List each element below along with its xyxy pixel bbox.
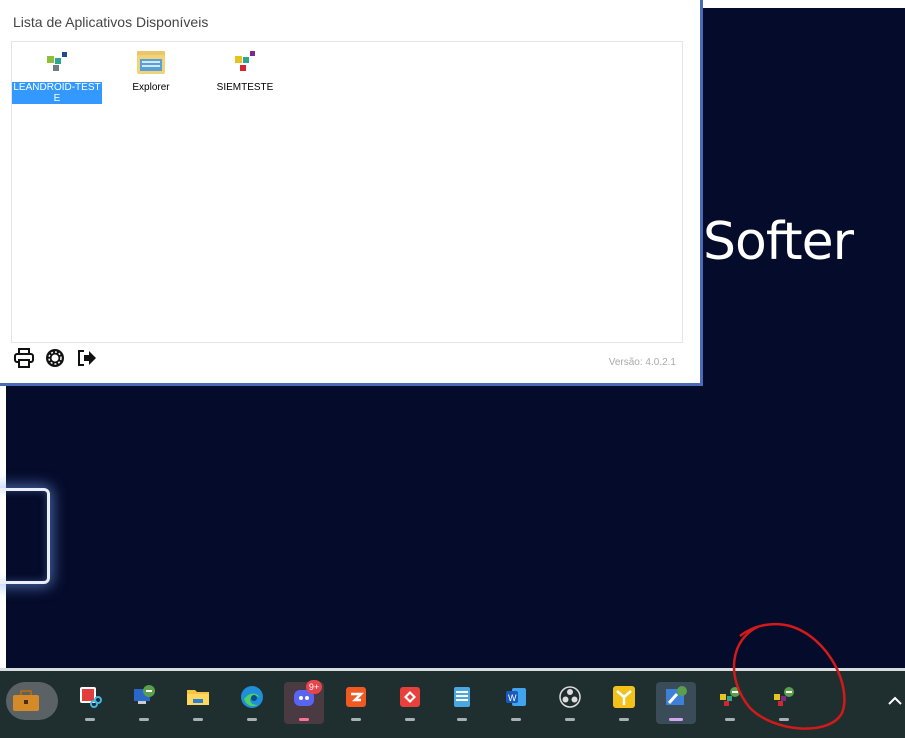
running-indicator [405,718,415,721]
remote-app-icon [774,687,794,706]
explorer-folder-icon [133,48,169,76]
app-grid-icon [227,48,263,76]
exit-icon[interactable] [76,347,98,369]
running-indicator [247,718,257,721]
apps-list-panel: LEANDROID-TESTE Explorer SIEMTESTE [11,41,683,343]
running-indicator [139,718,149,721]
running-indicator [725,718,735,721]
taskbar-top-border [0,668,905,671]
app-item-siemteste[interactable]: SIEMTESTE [200,48,290,95]
edge-icon [241,686,263,708]
running-indicator [779,718,789,721]
running-indicator [351,718,361,721]
taskbar-anydesk[interactable] [390,682,430,724]
remote-app-icon [666,686,687,705]
notification-badge: 9+ [306,680,322,694]
obs-icon [559,686,581,708]
brand-text: Softer [703,212,854,272]
running-indicator [193,718,203,721]
svg-text:W: W [508,693,517,703]
print-icon[interactable] [13,347,35,369]
notepad-icon [454,687,470,707]
glowing-logo-shape [0,488,50,584]
version-label: Versão: 4.0.2.1 [608,357,676,368]
anydesk-icon [400,687,420,707]
remote-app-icon [720,687,740,706]
window-title: Lista de Aplicativos Disponíveis [13,14,209,30]
yellow-app-icon [613,686,635,708]
running-indicator [565,718,575,721]
taskbar-snipping-tool[interactable] [70,682,110,724]
taskbar-discord[interactable]: 9+ [284,680,324,724]
desktop-top-edge [702,0,905,8]
running-indicator [669,718,683,721]
chevron-up-icon[interactable] [888,690,902,711]
app-label: Explorer [132,82,170,93]
taskbar-orange-app[interactable] [336,682,376,724]
running-indicator [511,718,521,721]
taskbar-notepad[interactable] [442,682,482,724]
taskbar-remote-app-active[interactable] [656,682,696,724]
app-item-leandroid-teste[interactable]: LEANDROID-TESTE [12,48,102,106]
app-grid-icon [39,48,75,76]
taskbar-word[interactable]: W [496,682,536,724]
taskbar-remote-app-2[interactable] [710,682,750,724]
taskbar-obs[interactable] [550,682,590,724]
app-launcher-window: Lista de Aplicativos Disponíveis LEANDRO… [0,0,703,386]
briefcase-icon [13,690,39,711]
taskbar-remote-desktop[interactable] [124,682,164,724]
taskbar-edge[interactable] [232,682,272,724]
running-indicator [457,718,467,721]
taskbar-yellow-app[interactable] [604,682,644,724]
scissors-icon [80,687,102,708]
running-indicator [299,718,309,721]
taskbar-remote-app-3[interactable] [764,682,804,724]
folder-icon [187,690,209,705]
word-icon: W [506,688,526,706]
taskbar: 9+ W [0,668,905,738]
orange-app-icon [346,687,366,707]
app-item-explorer[interactable]: Explorer [106,48,196,95]
app-label: LEANDROID-TESTE [12,82,102,104]
taskbar-file-explorer[interactable] [178,682,218,724]
app-label: SIEMTESTE [216,82,274,93]
running-indicator [619,718,629,721]
taskbar-briefcase-button[interactable] [6,682,58,720]
running-indicator [85,718,95,721]
remote-desktop-icon [134,685,155,704]
settings-icon[interactable] [44,347,66,369]
